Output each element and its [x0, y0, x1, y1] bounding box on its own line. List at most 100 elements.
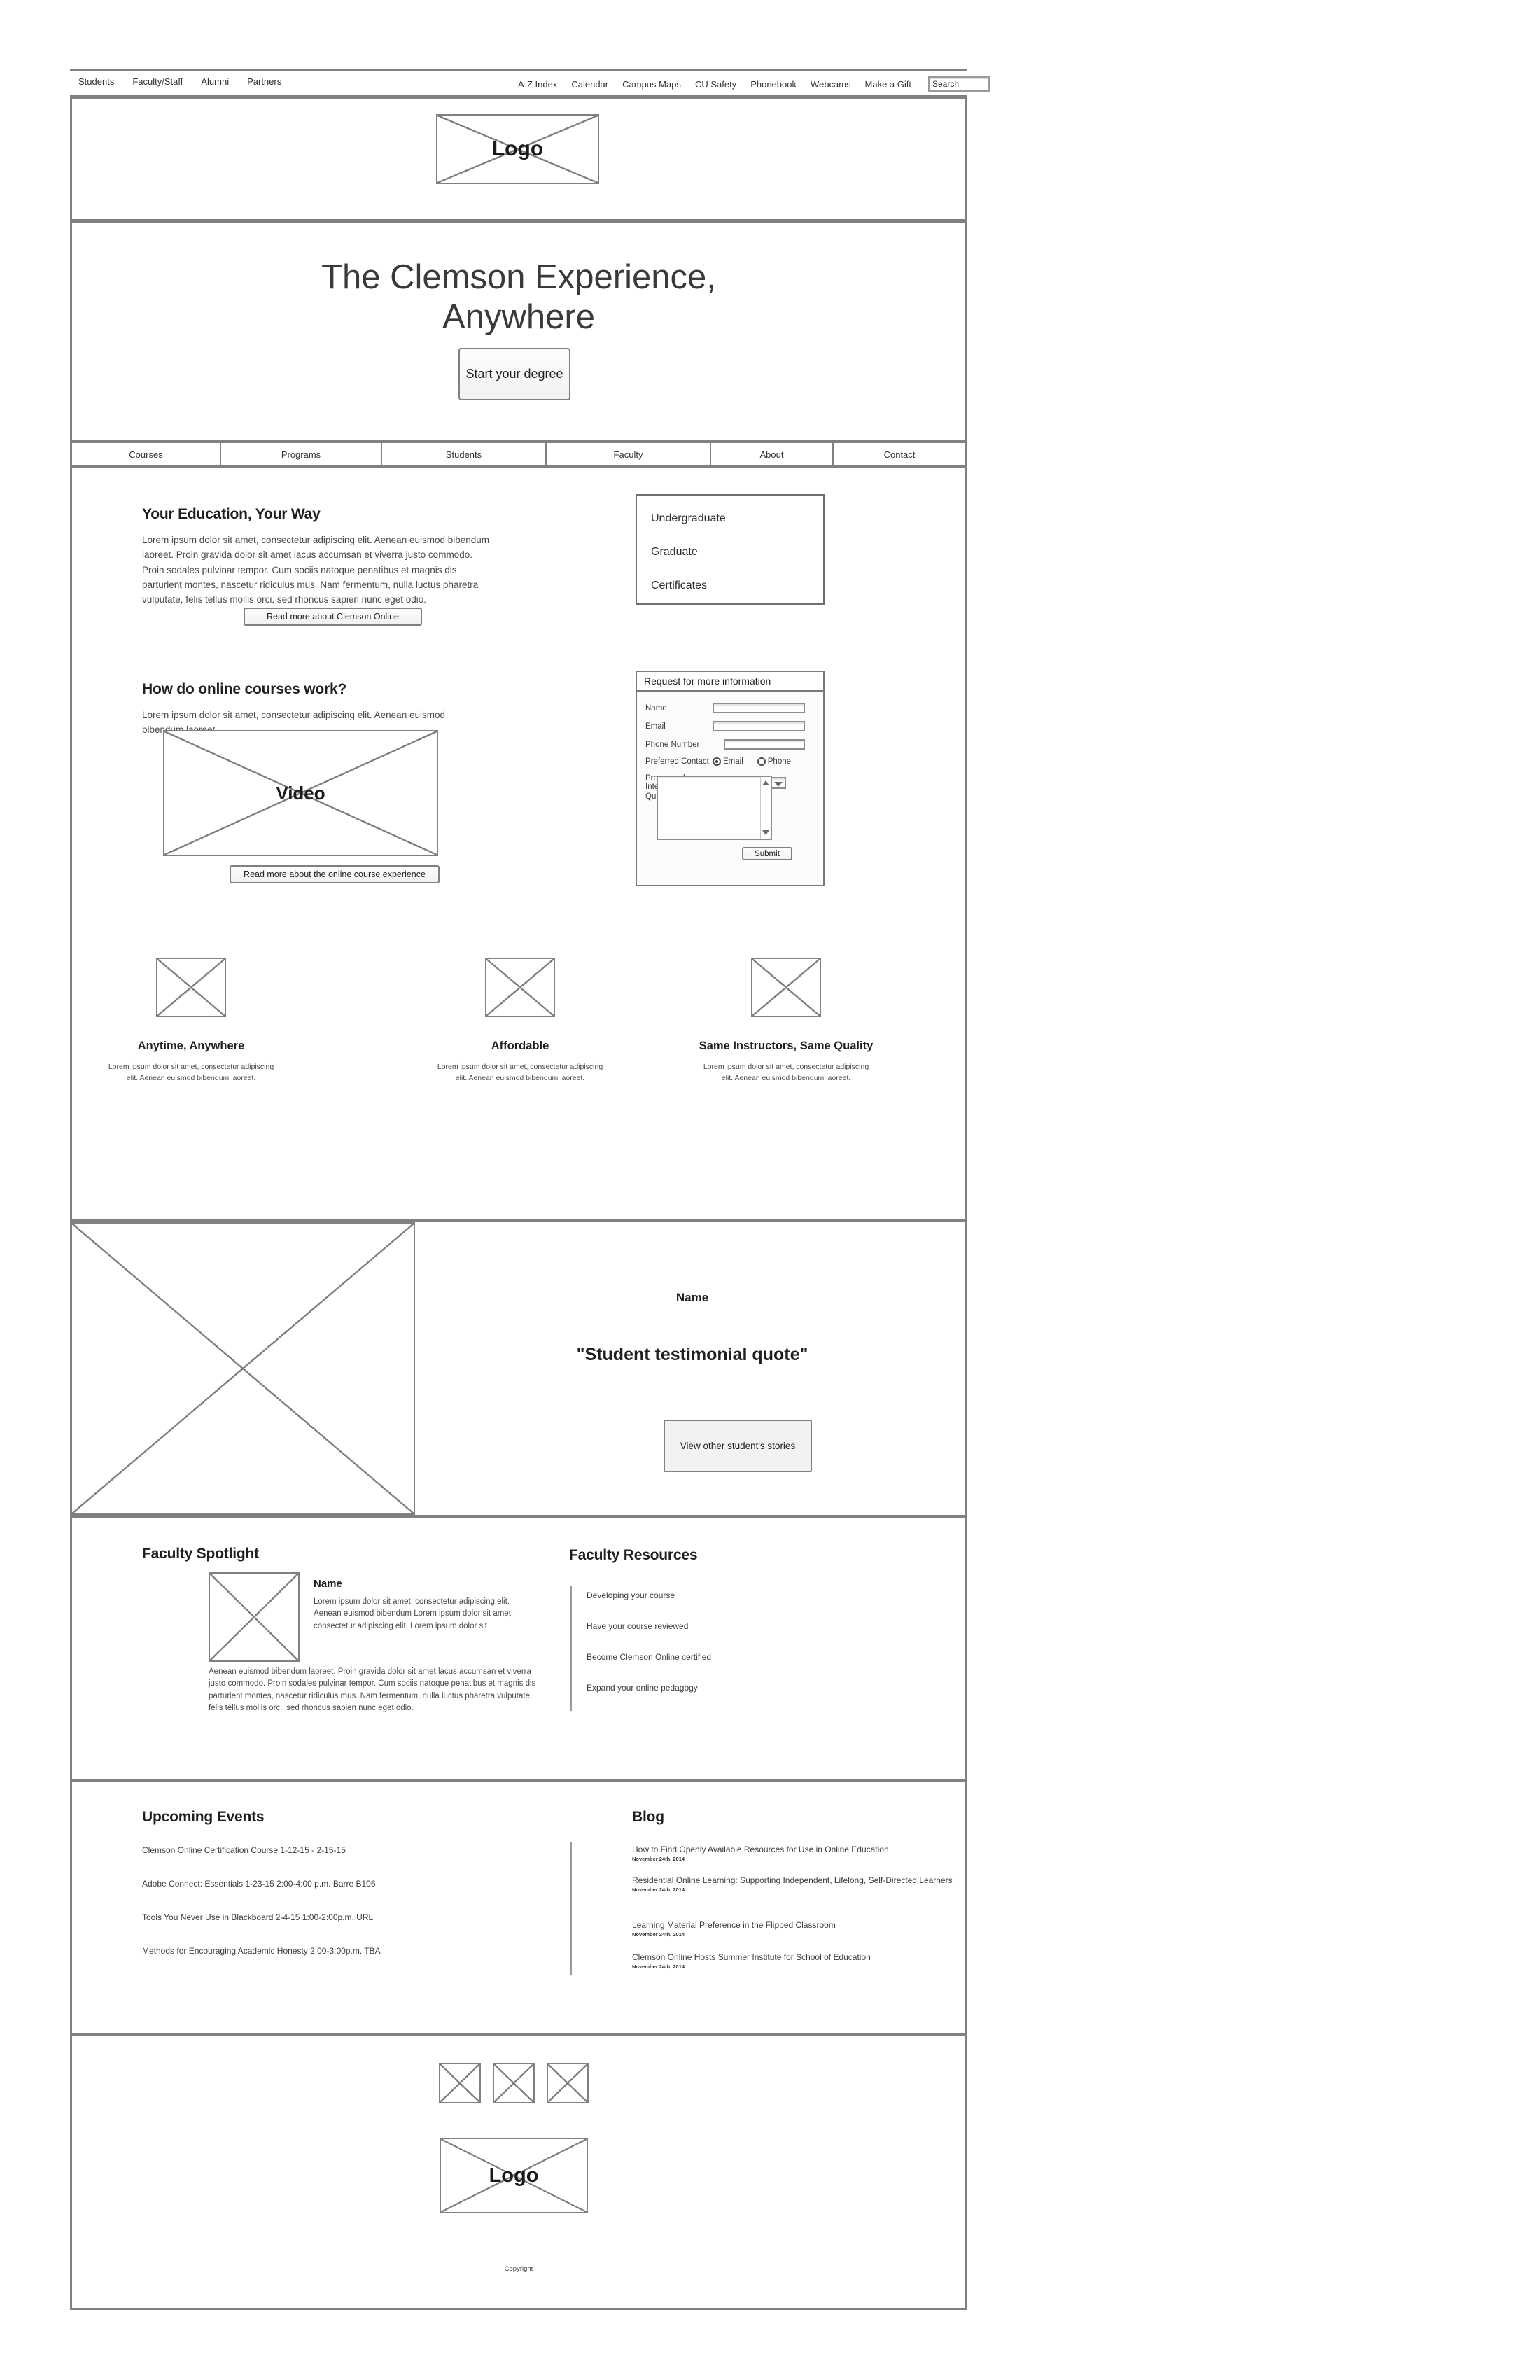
- blog-post-4[interactable]: Clemson Online Hosts Summer Institute fo…: [632, 1952, 982, 1970]
- nav-tab-contact[interactable]: Contact: [834, 443, 965, 466]
- hero-title: The Clemson Experience, Anywhere: [72, 258, 965, 338]
- education-heading: Your Education, Your Way: [142, 506, 321, 522]
- nav-tab-about[interactable]: About: [711, 443, 834, 466]
- social-icon-2[interactable]: [493, 2063, 535, 2104]
- rfi-name-input[interactable]: [713, 703, 805, 713]
- read-more-course-experience-button[interactable]: Read more about the online course experi…: [230, 865, 440, 883]
- feature-title-1: Anytime, Anywhere: [137, 1040, 245, 1052]
- header-logo-label: Logo: [491, 137, 544, 160]
- footer-logo-label: Logo: [489, 2164, 539, 2187]
- faculty-spotlight-body: Aenean euismod bibendum laoreet. Proin g…: [209, 1667, 536, 1713]
- utility-link-make-a-gift[interactable]: Make a Gift: [865, 79, 911, 90]
- feature-description-3: Lorem ipsum dolor sit amet, consectetur …: [703, 1063, 869, 1083]
- rfi-preferred-contact-label: Preferred Contact: [645, 757, 709, 766]
- video-placeholder-label: Video: [276, 782, 326, 804]
- utility-link-phonebook[interactable]: Phonebook: [750, 79, 797, 90]
- nav-tab-courses[interactable]: Courses: [72, 443, 221, 466]
- testimonial-section: Name "Student testimonial quote" View ot…: [70, 1222, 967, 1518]
- courses-work-block: How do online courses work? Lorem ipsum …: [142, 681, 492, 738]
- faculty-resource-become-certified[interactable]: Become Clemson Online certified: [587, 1652, 711, 1662]
- program-level-undergraduate[interactable]: Undergraduate: [651, 512, 726, 525]
- rfi-email-input[interactable]: [713, 721, 805, 732]
- utility-link-faculty-staff[interactable]: Faculty/Staff: [132, 76, 183, 87]
- nav-tab-programs[interactable]: Programs: [221, 443, 382, 466]
- education-block: Your Education, Your Way Lorem ipsum dol…: [142, 506, 492, 608]
- blog-post-date-4: November 24th, 2014: [632, 1963, 685, 1970]
- blog-post-title-2: Residential Online Learning: Supporting …: [632, 1875, 953, 1885]
- utility-link-campus-maps[interactable]: Campus Maps: [622, 79, 681, 90]
- search-input[interactable]: Search: [928, 76, 990, 92]
- feature-image-placeholder-3: [751, 958, 821, 1017]
- feature-image-placeholder-1: [156, 958, 226, 1017]
- nav-tab-faculty[interactable]: Faculty: [547, 443, 711, 466]
- hero-section: The Clemson Experience, Anywhere: [70, 223, 967, 441]
- blog-post-1[interactable]: How to Find Openly Available Resources f…: [632, 1844, 982, 1862]
- rfi-radio-phone-label[interactable]: Phone: [768, 757, 791, 766]
- header-logo[interactable]: Logo: [436, 114, 599, 184]
- blog-post-title-1: How to Find Openly Available Resources f…: [632, 1844, 889, 1854]
- event-item-1[interactable]: Clemson Online Certification Course 1-12…: [142, 1845, 346, 1855]
- radio-phone-icon[interactable]: [757, 757, 766, 766]
- program-levels-box: Undergraduate Graduate Certificates: [636, 494, 825, 605]
- utility-link-calendar[interactable]: Calendar: [571, 79, 608, 90]
- courses-work-heading: How do online courses work?: [142, 681, 347, 697]
- blog-post-2[interactable]: Residential Online Learning: Supporting …: [632, 1875, 982, 1893]
- event-item-4[interactable]: Methods for Encouraging Academic Honesty…: [142, 1946, 381, 1956]
- utility-navbar: Students Faculty/Staff Alumni Partners A…: [70, 70, 990, 95]
- social-icon-3[interactable]: [547, 2063, 589, 2104]
- video-placeholder[interactable]: Video: [163, 730, 438, 856]
- faculty-resources-rail: [570, 1586, 572, 1711]
- blog-post-3[interactable]: Learning Material Preference in the Flip…: [632, 1919, 982, 1938]
- textarea-scrollbar[interactable]: [760, 777, 771, 839]
- faculty-resource-expand-pedagogy[interactable]: Expand your online pedagogy: [587, 1683, 698, 1693]
- utility-link-webcams[interactable]: Webcams: [811, 79, 851, 90]
- blog-post-date-1: November 24th, 2014: [632, 1856, 685, 1863]
- copyright-text: Copyright: [504, 2265, 533, 2273]
- footer-section: Logo Copyright: [70, 2036, 967, 2310]
- faculty-resource-developing-course[interactable]: Developing your course: [587, 1590, 675, 1600]
- faculty-portrait-placeholder: [209, 1572, 300, 1662]
- primary-content-section: Your Education, Your Way Lorem ipsum dol…: [70, 468, 967, 1222]
- utility-link-cu-safety[interactable]: CU Safety: [695, 79, 736, 90]
- faculty-section: Faculty Spotlight Name Lorem ipsum dolor…: [70, 1518, 967, 1782]
- utility-link-students[interactable]: Students: [78, 76, 114, 87]
- main-navigation: Courses Programs Students Faculty About …: [70, 443, 967, 466]
- rfi-radio-email-label[interactable]: Email: [723, 757, 743, 766]
- footer-logo[interactable]: Logo: [440, 2138, 588, 2213]
- utility-link-partners[interactable]: Partners: [247, 76, 281, 87]
- faculty-spotlight-lead: Lorem ipsum dolor sit amet, consectetur …: [314, 1597, 514, 1630]
- scroll-down-arrow-icon[interactable]: [762, 830, 769, 835]
- feature-description-1: Lorem ipsum dolor sit amet, consectetur …: [108, 1063, 274, 1083]
- testimonial-quote: "Student testimonial quote": [576, 1345, 808, 1364]
- event-item-2[interactable]: Adobe Connect: Essentials 1-23-15 2:00-4…: [142, 1879, 376, 1889]
- feature-same-instructors: Same Instructors, Same Quality Lorem ips…: [695, 958, 877, 1084]
- upcoming-events-heading: Upcoming Events: [142, 1809, 265, 1825]
- utility-link-az-index[interactable]: A-Z Index: [518, 79, 557, 90]
- feature-image-placeholder-2: [485, 958, 555, 1017]
- events-blog-rail: [570, 1842, 572, 1975]
- request-information-form: Request for more information Name Email …: [636, 671, 825, 886]
- program-level-certificates[interactable]: Certificates: [651, 580, 707, 592]
- rfi-questions-textarea[interactable]: [657, 776, 772, 840]
- view-student-stories-button[interactable]: View other student's stories: [664, 1420, 812, 1472]
- blog-heading: Blog: [632, 1809, 664, 1825]
- faculty-spotlight-name: Name: [314, 1578, 342, 1590]
- feature-title-3: Same Instructors, Same Quality: [699, 1040, 874, 1052]
- scroll-up-arrow-icon[interactable]: [762, 780, 769, 785]
- blog-post-date-3: November 24th, 2014: [632, 1931, 685, 1938]
- rfi-submit-button[interactable]: Submit: [742, 847, 792, 860]
- rfi-phone-input[interactable]: [724, 739, 805, 750]
- wireframe-page: Students Faculty/Staff Alumni Partners A…: [0, 0, 1540, 2380]
- faculty-resource-course-reviewed[interactable]: Have your course reviewed: [587, 1621, 688, 1631]
- nav-tab-students[interactable]: Students: [382, 443, 547, 466]
- event-item-3[interactable]: Tools You Never Use in Blackboard 2-4-15…: [142, 1912, 373, 1922]
- chevron-down-icon: [774, 781, 783, 787]
- start-your-degree-button[interactable]: Start your degree: [458, 348, 570, 400]
- utility-link-alumni[interactable]: Alumni: [201, 76, 229, 87]
- social-icon-1[interactable]: [439, 2063, 481, 2104]
- read-more-clemson-online-button[interactable]: Read more about Clemson Online: [244, 608, 422, 626]
- resource-links: A-Z Index Calendar Campus Maps CU Safety…: [518, 76, 990, 92]
- rfi-form-title: Request for more information: [637, 672, 823, 692]
- program-level-graduate[interactable]: Graduate: [651, 546, 698, 559]
- radio-email-icon[interactable]: [713, 757, 721, 766]
